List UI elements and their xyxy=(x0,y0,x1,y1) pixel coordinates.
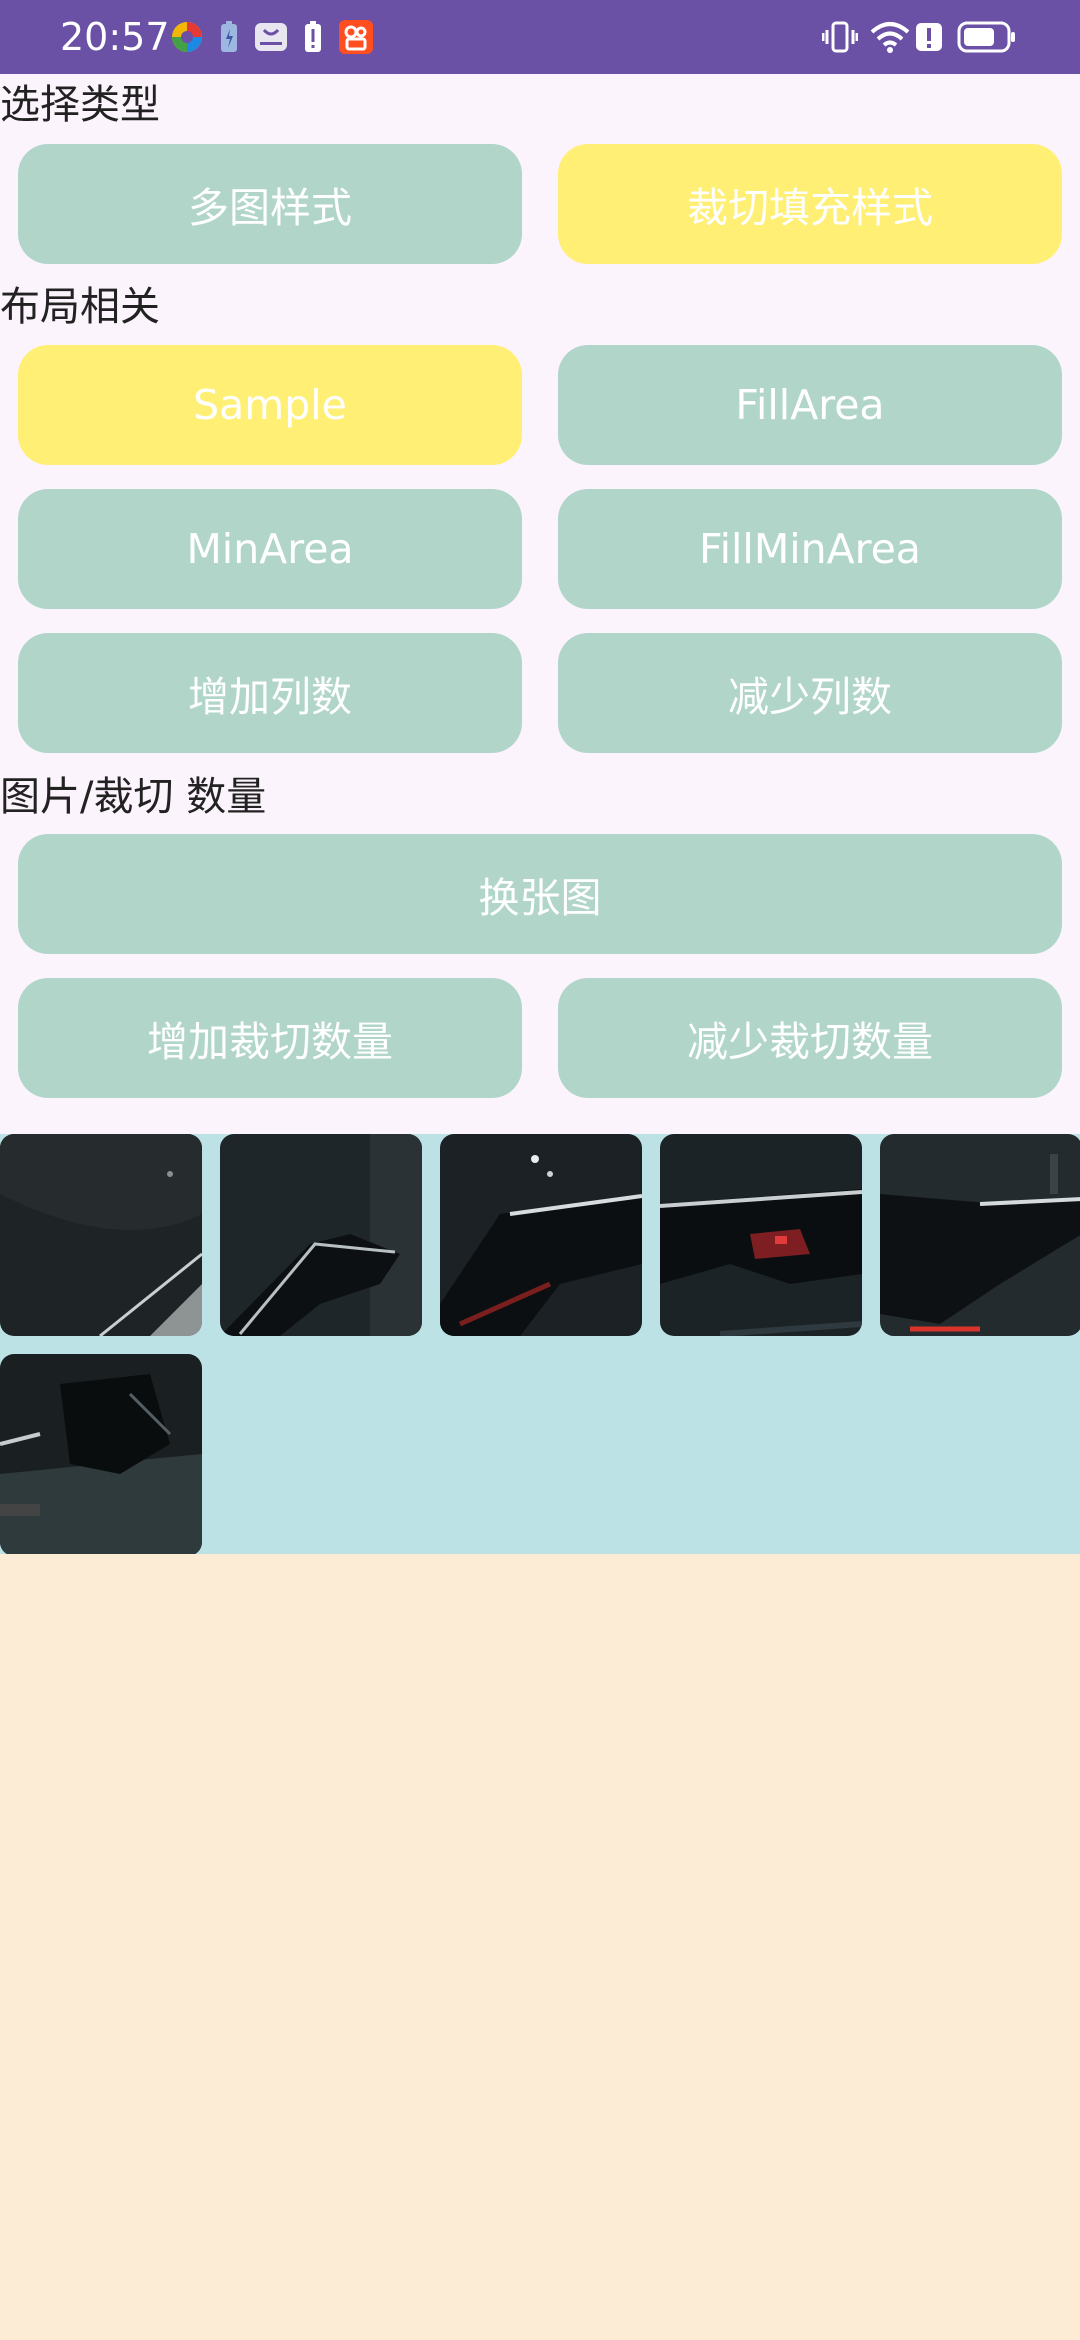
empty-bottom-area xyxy=(0,1554,1080,2340)
status-bar: 20:57 xyxy=(0,0,1080,74)
multi-style-button[interactable]: 多图样式 xyxy=(18,144,522,264)
change-image-button[interactable]: 换张图 xyxy=(18,834,1062,954)
section-label-layout: 布局相关 xyxy=(0,284,160,330)
add-columns-button[interactable]: 增加列数 xyxy=(18,633,522,753)
section-label-count: 图片/裁切 数量 xyxy=(0,774,267,820)
status-time: 20:57 xyxy=(60,15,170,59)
fill-min-area-button[interactable]: FillMinArea xyxy=(558,489,1062,609)
kuaishou-icon xyxy=(338,20,374,54)
huawei-icon xyxy=(254,20,288,54)
battery-icon xyxy=(956,20,1018,54)
crop-tile[interactable] xyxy=(0,1134,202,1336)
fill-area-button[interactable]: FillArea xyxy=(558,345,1062,465)
add-crop-count-button[interactable]: 增加裁切数量 xyxy=(18,978,522,1098)
vibrate-icon xyxy=(822,20,858,54)
battery-saver-icon xyxy=(218,20,240,54)
reduce-columns-button[interactable]: 减少列数 xyxy=(558,633,1062,753)
alert-icon xyxy=(914,20,944,54)
sample-button[interactable]: Sample xyxy=(18,345,522,465)
min-area-button[interactable]: MinArea xyxy=(18,489,522,609)
crop-grid xyxy=(0,1134,1080,1556)
crop-tile[interactable] xyxy=(0,1354,202,1556)
reduce-crop-count-button[interactable]: 减少裁切数量 xyxy=(558,978,1062,1098)
section-label-type: 选择类型 xyxy=(0,82,160,128)
crop-tile[interactable] xyxy=(440,1134,642,1336)
crop-fill-style-button[interactable]: 裁切填充样式 xyxy=(558,144,1062,264)
crop-tile[interactable] xyxy=(880,1134,1080,1336)
wifi-icon xyxy=(870,20,910,54)
color-wheel-icon xyxy=(170,20,204,54)
alert-battery-icon xyxy=(302,20,324,54)
crop-tile[interactable] xyxy=(660,1134,862,1336)
crop-tile[interactable] xyxy=(220,1134,422,1336)
